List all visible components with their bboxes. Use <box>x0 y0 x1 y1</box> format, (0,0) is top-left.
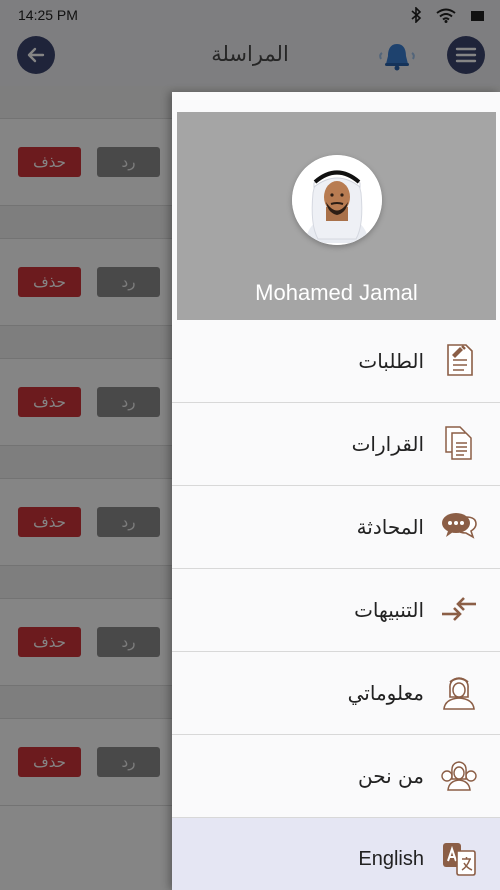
drawer-item-about-us[interactable]: من نحن <box>172 735 500 818</box>
drawer-item-label: المحادثة <box>356 515 424 539</box>
profile-person-icon <box>443 677 475 710</box>
drawer-item-label: معلوماتي <box>347 681 424 705</box>
navigation-drawer: Mohamed Jamal الطلبات القرارات المحادثة <box>172 92 500 890</box>
profile-header: Mohamed Jamal <box>177 112 496 321</box>
drawer-item-requests[interactable]: الطلبات <box>172 320 500 403</box>
drawer-item-label: القرارات <box>351 432 424 456</box>
drawer-menu: الطلبات القرارات المحادثة التنبيهات معلو… <box>172 320 500 890</box>
drawer-item-label: من نحن <box>358 764 424 788</box>
drawer-item-label: English <box>358 847 424 870</box>
alerts-arrows-icon <box>442 597 476 621</box>
drawer-item-language[interactable]: English <box>172 818 500 890</box>
requests-document-icon <box>447 344 473 376</box>
drawer-item-chat[interactable]: المحادثة <box>172 486 500 569</box>
avatar[interactable] <box>292 155 382 245</box>
drawer-item-alerts[interactable]: التنبيهات <box>172 569 500 652</box>
drawer-item-my-info[interactable]: معلوماتي <box>172 652 500 735</box>
user-name: Mohamed Jamal <box>255 280 418 305</box>
about-us-icon <box>441 761 477 791</box>
decisions-documents-icon <box>445 426 472 460</box>
chat-bubbles-icon <box>442 513 477 539</box>
drawer-item-label: التنبيهات <box>354 598 424 622</box>
language-translate-icon <box>443 843 476 876</box>
drawer-item-label: الطلبات <box>358 349 424 373</box>
drawer-item-decisions[interactable]: القرارات <box>172 403 500 486</box>
